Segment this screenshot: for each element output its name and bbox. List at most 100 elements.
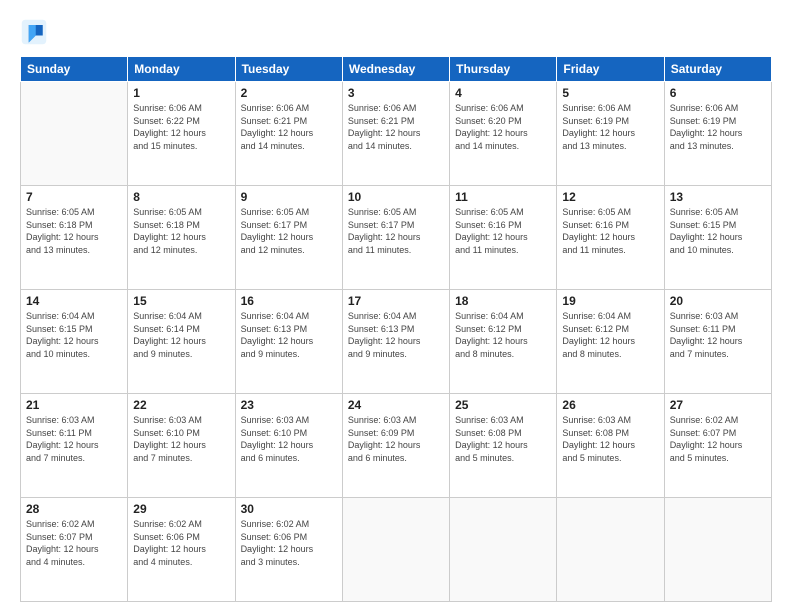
day-info: Sunrise: 6:04 AM Sunset: 6:15 PM Dayligh… xyxy=(26,310,122,360)
calendar-cell: 10 Sunrise: 6:05 AM Sunset: 6:17 PM Dayli… xyxy=(342,186,449,290)
calendar-cell xyxy=(664,498,771,602)
day-info: Sunrise: 6:05 AM Sunset: 6:18 PM Dayligh… xyxy=(133,206,229,256)
day-number: 10 xyxy=(348,190,444,204)
calendar-header-tuesday: Tuesday xyxy=(235,57,342,82)
calendar-header-thursday: Thursday xyxy=(450,57,557,82)
calendar-cell: 5Sunrise: 6:06 AM Sunset: 6:19 PM Daylig… xyxy=(557,82,664,186)
calendar-cell: 19 Sunrise: 6:04 AM Sunset: 6:12 PM Dayli… xyxy=(557,290,664,394)
calendar-cell: 1 Sunrise: 6:06 AM Sunset: 6:22 PM Daylig… xyxy=(128,82,235,186)
calendar-cell: 15 Sunrise: 6:04 AM Sunset: 6:14 PM Dayli… xyxy=(128,290,235,394)
calendar-cell: 4 Sunrise: 6:06 AM Sunset: 6:20 PM Daylig… xyxy=(450,82,557,186)
calendar-header-saturday: Saturday xyxy=(664,57,771,82)
calendar-cell: 28 Sunrise: 6:02 AM Sunset: 6:07 PM Dayli… xyxy=(21,498,128,602)
day-info: Sunrise: 6:03 AM Sunset: 6:10 PM Dayligh… xyxy=(241,414,337,464)
logo-icon xyxy=(20,18,48,46)
calendar-cell: 25 Sunrise: 6:03 AM Sunset: 6:08 PM Dayli… xyxy=(450,394,557,498)
calendar-header-wednesday: Wednesday xyxy=(342,57,449,82)
calendar-cell: 20 Sunrise: 6:03 AM Sunset: 6:11 PM Dayli… xyxy=(664,290,771,394)
day-number: 11 xyxy=(455,190,551,204)
day-info: Sunrise: 6:05 AM Sunset: 6:16 PM Dayligh… xyxy=(455,206,551,256)
day-number: 23 xyxy=(241,398,337,412)
day-number: 28 xyxy=(26,502,122,516)
calendar-week-0: 1 Sunrise: 6:06 AM Sunset: 6:22 PM Daylig… xyxy=(21,82,772,186)
day-number: 26 xyxy=(562,398,658,412)
day-number: 2 xyxy=(241,86,337,100)
day-info: Sunrise: 6:05 AM Sunset: 6:15 PM Dayligh… xyxy=(670,206,766,256)
calendar-header-sunday: Sunday xyxy=(21,57,128,82)
day-number: 6 xyxy=(670,86,766,100)
day-number: 15 xyxy=(133,294,229,308)
day-number: 19 xyxy=(562,294,658,308)
day-info: Sunrise: 6:04 AM Sunset: 6:13 PM Dayligh… xyxy=(241,310,337,360)
day-number: 20 xyxy=(670,294,766,308)
day-info: Sunrise: 6:03 AM Sunset: 6:08 PM Dayligh… xyxy=(455,414,551,464)
calendar-cell: 22 Sunrise: 6:03 AM Sunset: 6:10 PM Dayli… xyxy=(128,394,235,498)
calendar-cell xyxy=(342,498,449,602)
calendar-table: SundayMondayTuesdayWednesdayThursdayFrid… xyxy=(20,56,772,602)
calendar-cell: 27 Sunrise: 6:02 AM Sunset: 6:07 PM Dayli… xyxy=(664,394,771,498)
calendar-cell xyxy=(557,498,664,602)
day-number: 17 xyxy=(348,294,444,308)
day-info: Sunrise: 6:03 AM Sunset: 6:08 PM Dayligh… xyxy=(562,414,658,464)
calendar-cell: 16 Sunrise: 6:04 AM Sunset: 6:13 PM Dayli… xyxy=(235,290,342,394)
calendar-cell: 29Sunrise: 6:02 AM Sunset: 6:06 PM Dayli… xyxy=(128,498,235,602)
day-number: 18 xyxy=(455,294,551,308)
calendar-header-row: SundayMondayTuesdayWednesdayThursdayFrid… xyxy=(21,57,772,82)
day-info: Sunrise: 6:04 AM Sunset: 6:12 PM Dayligh… xyxy=(455,310,551,360)
day-info: Sunrise: 6:03 AM Sunset: 6:11 PM Dayligh… xyxy=(26,414,122,464)
calendar-cell: 14 Sunrise: 6:04 AM Sunset: 6:15 PM Dayli… xyxy=(21,290,128,394)
day-info: Sunrise: 6:06 AM Sunset: 6:19 PM Dayligh… xyxy=(670,102,766,152)
day-info: Sunrise: 6:05 AM Sunset: 6:16 PM Dayligh… xyxy=(562,206,658,256)
day-info: Sunrise: 6:02 AM Sunset: 6:07 PM Dayligh… xyxy=(26,518,122,568)
day-info: Sunrise: 6:05 AM Sunset: 6:17 PM Dayligh… xyxy=(348,206,444,256)
calendar-cell: 18 Sunrise: 6:04 AM Sunset: 6:12 PM Dayli… xyxy=(450,290,557,394)
day-number: 14 xyxy=(26,294,122,308)
day-number: 5 xyxy=(562,86,658,100)
day-number: 7 xyxy=(26,190,122,204)
calendar-week-3: 21 Sunrise: 6:03 AM Sunset: 6:11 PM Dayli… xyxy=(21,394,772,498)
calendar-cell: 26 Sunrise: 6:03 AM Sunset: 6:08 PM Dayli… xyxy=(557,394,664,498)
calendar-cell: 7 Sunrise: 6:05 AM Sunset: 6:18 PM Daylig… xyxy=(21,186,128,290)
day-info: Sunrise: 6:06 AM Sunset: 6:20 PM Dayligh… xyxy=(455,102,551,152)
day-number: 21 xyxy=(26,398,122,412)
day-number: 25 xyxy=(455,398,551,412)
calendar-week-4: 28 Sunrise: 6:02 AM Sunset: 6:07 PM Dayli… xyxy=(21,498,772,602)
calendar-cell: 17 Sunrise: 6:04 AM Sunset: 6:13 PM Dayli… xyxy=(342,290,449,394)
day-number: 16 xyxy=(241,294,337,308)
calendar-cell: 12 Sunrise: 6:05 AM Sunset: 6:16 PM Dayli… xyxy=(557,186,664,290)
calendar-cell xyxy=(21,82,128,186)
day-info: Sunrise: 6:06 AM Sunset: 6:22 PM Dayligh… xyxy=(133,102,229,152)
day-number: 29 xyxy=(133,502,229,516)
calendar-week-1: 7 Sunrise: 6:05 AM Sunset: 6:18 PM Daylig… xyxy=(21,186,772,290)
day-number: 13 xyxy=(670,190,766,204)
calendar-cell: 21 Sunrise: 6:03 AM Sunset: 6:11 PM Dayli… xyxy=(21,394,128,498)
calendar-cell: 6 Sunrise: 6:06 AM Sunset: 6:19 PM Daylig… xyxy=(664,82,771,186)
day-number: 1 xyxy=(133,86,229,100)
day-number: 12 xyxy=(562,190,658,204)
calendar-cell: 9Sunrise: 6:05 AM Sunset: 6:17 PM Daylig… xyxy=(235,186,342,290)
day-info: Sunrise: 6:06 AM Sunset: 6:21 PM Dayligh… xyxy=(348,102,444,152)
day-number: 3 xyxy=(348,86,444,100)
day-info: Sunrise: 6:05 AM Sunset: 6:17 PM Dayligh… xyxy=(241,206,337,256)
calendar-cell: 13 Sunrise: 6:05 AM Sunset: 6:15 PM Dayli… xyxy=(664,186,771,290)
page: SundayMondayTuesdayWednesdayThursdayFrid… xyxy=(0,0,792,612)
calendar-cell: 11 Sunrise: 6:05 AM Sunset: 6:16 PM Dayli… xyxy=(450,186,557,290)
day-info: Sunrise: 6:04 AM Sunset: 6:14 PM Dayligh… xyxy=(133,310,229,360)
day-number: 22 xyxy=(133,398,229,412)
day-info: Sunrise: 6:03 AM Sunset: 6:10 PM Dayligh… xyxy=(133,414,229,464)
calendar-cell xyxy=(450,498,557,602)
day-info: Sunrise: 6:02 AM Sunset: 6:07 PM Dayligh… xyxy=(670,414,766,464)
calendar-cell: 23 Sunrise: 6:03 AM Sunset: 6:10 PM Dayli… xyxy=(235,394,342,498)
day-info: Sunrise: 6:05 AM Sunset: 6:18 PM Dayligh… xyxy=(26,206,122,256)
day-number: 30 xyxy=(241,502,337,516)
day-info: Sunrise: 6:02 AM Sunset: 6:06 PM Dayligh… xyxy=(241,518,337,568)
calendar-cell: 3 Sunrise: 6:06 AM Sunset: 6:21 PM Daylig… xyxy=(342,82,449,186)
day-info: Sunrise: 6:04 AM Sunset: 6:12 PM Dayligh… xyxy=(562,310,658,360)
logo xyxy=(20,18,52,46)
day-number: 27 xyxy=(670,398,766,412)
day-info: Sunrise: 6:06 AM Sunset: 6:21 PM Dayligh… xyxy=(241,102,337,152)
day-info: Sunrise: 6:04 AM Sunset: 6:13 PM Dayligh… xyxy=(348,310,444,360)
calendar-cell: 2 Sunrise: 6:06 AM Sunset: 6:21 PM Daylig… xyxy=(235,82,342,186)
day-number: 4 xyxy=(455,86,551,100)
day-info: Sunrise: 6:03 AM Sunset: 6:11 PM Dayligh… xyxy=(670,310,766,360)
